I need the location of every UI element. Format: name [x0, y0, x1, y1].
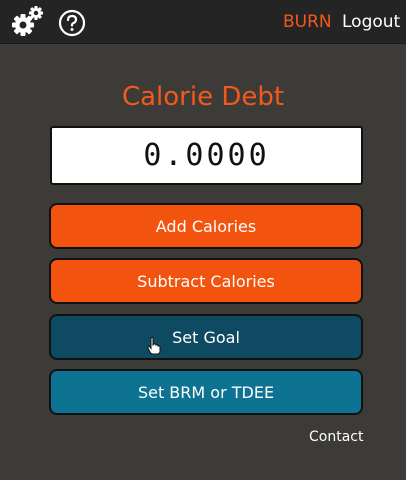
calorie-display: 0.0000 [50, 126, 363, 185]
nav-link-burn[interactable]: BURN [283, 11, 332, 33]
calorie-debt-value: 0.0000 [143, 138, 270, 173]
set-goal-button[interactable]: Set Goal [49, 314, 363, 360]
page-title: Calorie Debt [121, 82, 285, 112]
add-calories-button[interactable]: Add Calories [49, 203, 363, 249]
nav-link-logout[interactable]: Logout [342, 11, 400, 33]
set-bmr-tdee-button[interactable]: Set BRM or TDEE [49, 369, 363, 415]
settings-gears-icon[interactable] [10, 5, 44, 39]
top-navbar: BURN Logout [0, 0, 406, 44]
help-icon[interactable] [58, 9, 86, 37]
subtract-calories-button[interactable]: Subtract Calories [49, 258, 363, 304]
contact-link[interactable]: Contact [309, 429, 363, 445]
